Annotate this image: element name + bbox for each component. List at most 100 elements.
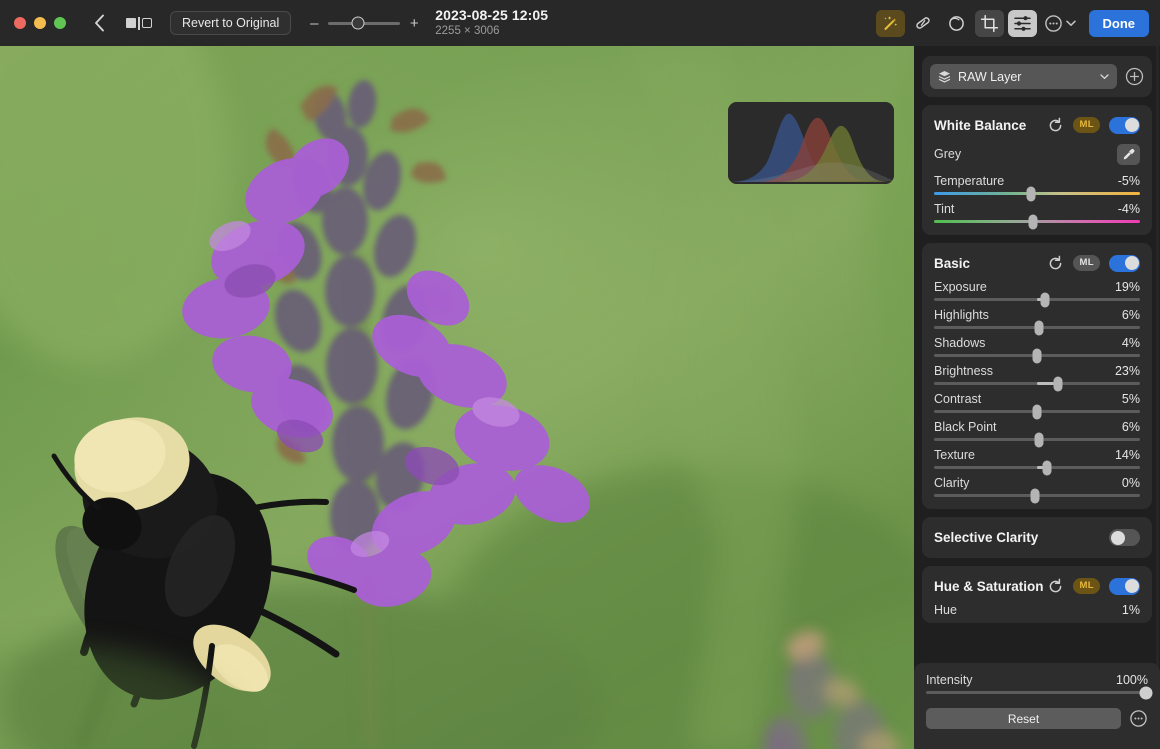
- slider-label: Contrast: [934, 392, 982, 406]
- grey-picker-row: Grey: [934, 142, 1140, 166]
- slider-handle[interactable]: [1030, 488, 1040, 503]
- zoom-control: – +: [309, 15, 419, 32]
- done-button[interactable]: Done: [1088, 9, 1149, 37]
- slider-handle[interactable]: [1034, 320, 1044, 335]
- reset-icon[interactable]: [1047, 117, 1064, 134]
- slider-value: 1%: [1121, 603, 1140, 617]
- slider-handle[interactable]: [1032, 404, 1042, 419]
- zoom-in-button[interactable]: +: [409, 15, 419, 32]
- section-toggle[interactable]: [1109, 254, 1140, 272]
- slider-clarity: Clarity 0%: [934, 476, 1140, 503]
- section-toggle[interactable]: [1109, 529, 1140, 546]
- zoom-slider-handle[interactable]: [351, 16, 365, 30]
- slider-track[interactable]: [934, 488, 1140, 503]
- compare-split-view-icon[interactable]: [124, 10, 154, 36]
- footer-ellipsis-icon[interactable]: [1129, 709, 1148, 728]
- slider-track[interactable]: [926, 686, 1153, 699]
- ml-badge[interactable]: ML: [1073, 255, 1100, 271]
- slider-track[interactable]: [934, 404, 1140, 419]
- section-title: Basic: [934, 255, 971, 271]
- slider-label: Intensity: [926, 673, 973, 687]
- reset-icon[interactable]: [1047, 255, 1064, 272]
- minimize-window-button[interactable]: [34, 17, 46, 29]
- layer-select[interactable]: RAW Layer: [930, 64, 1117, 89]
- reset-button[interactable]: Reset: [926, 708, 1121, 729]
- layers-icon: [938, 71, 951, 83]
- auto-enhance-icon[interactable]: [875, 9, 905, 37]
- slider-label: Texture: [934, 448, 975, 462]
- slider-value: 4%: [1121, 336, 1140, 350]
- ml-badge[interactable]: ML: [1073, 578, 1100, 594]
- slider-handle[interactable]: [1139, 686, 1153, 699]
- slider-handle[interactable]: [1032, 348, 1042, 363]
- section-title: White Balance: [934, 117, 1027, 133]
- retouch-icon[interactable]: [909, 10, 938, 37]
- slider-value: -5%: [1117, 174, 1140, 188]
- photo-editor-window: Revert to Original – + 2023-08-25 12:05 …: [0, 0, 1160, 749]
- slider-hue: Hue 1%: [934, 603, 1140, 617]
- slider-label: Black Point: [934, 420, 997, 434]
- close-window-button[interactable]: [14, 17, 26, 29]
- crop-icon[interactable]: [974, 9, 1004, 37]
- slider-highlights: Highlights 6%: [934, 308, 1140, 335]
- back-chevron-icon[interactable]: [88, 10, 110, 36]
- editing-toolbar: Done: [875, 9, 1160, 37]
- zoom-out-button[interactable]: –: [309, 15, 319, 32]
- chevron-down-icon: [1065, 20, 1076, 26]
- slider-shadows: Shadows 4%: [934, 336, 1140, 363]
- section-toggle[interactable]: [1109, 577, 1140, 595]
- slider-value: 5%: [1121, 392, 1140, 406]
- ellipsis-circle-icon: [1044, 14, 1062, 32]
- slider-track[interactable]: [934, 214, 1140, 229]
- maximize-window-button[interactable]: [54, 17, 66, 29]
- slider-exposure: Exposure 19%: [934, 280, 1140, 307]
- section-title: Selective Clarity: [934, 530, 1039, 545]
- slider-label: Brightness: [934, 364, 994, 378]
- slider-value: 14%: [1114, 448, 1140, 462]
- photo-metadata: 2023-08-25 12:05 2255 × 3006: [435, 7, 548, 38]
- slider-handle[interactable]: [1026, 186, 1036, 201]
- slider-track[interactable]: [934, 376, 1140, 391]
- ml-badge[interactable]: ML: [1073, 117, 1100, 133]
- red-eye-icon[interactable]: [942, 10, 971, 37]
- slider-black-point: Black Point 6%: [934, 420, 1140, 447]
- photo-dimensions: 2255 × 3006: [435, 24, 500, 37]
- slider-track[interactable]: [934, 292, 1140, 307]
- slider-value: 6%: [1121, 420, 1140, 434]
- eyedropper-button[interactable]: [1117, 143, 1140, 165]
- slider-label: Tint: [934, 202, 955, 216]
- slider-handle[interactable]: [1040, 292, 1050, 307]
- section-white-balance: White Balance ML Grey Temperature -5% Ti…: [922, 105, 1152, 235]
- slider-track[interactable]: [934, 460, 1140, 475]
- slider-handle[interactable]: [1034, 432, 1044, 447]
- window-controls: [14, 17, 66, 29]
- slider-handle[interactable]: [1053, 376, 1063, 391]
- adjust-icon[interactable]: [1007, 9, 1037, 37]
- more-options-button[interactable]: [1044, 14, 1076, 33]
- slider-track[interactable]: [934, 186, 1140, 201]
- eyedropper-icon: [1123, 148, 1135, 159]
- slider-track[interactable]: [934, 320, 1140, 335]
- sidebar-scroll-area: RAW Layer White Balance ML Grey Temperat…: [914, 46, 1160, 665]
- slider-label: Hue: [934, 603, 957, 617]
- slider-texture: Texture 14%: [934, 448, 1140, 475]
- add-layer-icon[interactable]: [1125, 67, 1144, 86]
- histogram-chart: [728, 102, 894, 184]
- section-basic: Basic ML Exposure 19% Highlights 6% Shad…: [922, 243, 1152, 509]
- slider-value: 23%: [1114, 364, 1140, 378]
- slider-value: -4%: [1117, 202, 1140, 216]
- slider-track[interactable]: [934, 432, 1140, 447]
- zoom-slider[interactable]: [328, 16, 401, 30]
- slider-contrast: Contrast 5%: [934, 392, 1140, 419]
- slider-track[interactable]: [934, 348, 1140, 363]
- slider-handle[interactable]: [1028, 214, 1038, 229]
- section-toggle[interactable]: [1109, 116, 1140, 134]
- slider-handle[interactable]: [1042, 460, 1052, 475]
- layer-name: RAW Layer: [958, 69, 1022, 84]
- slider-label: Exposure: [934, 280, 987, 294]
- slider-label: Clarity: [934, 476, 970, 490]
- photo-date: 2023-08-25 12:05: [435, 7, 549, 24]
- revert-to-original-button[interactable]: Revert to Original: [170, 11, 292, 35]
- reset-icon[interactable]: [1047, 578, 1064, 595]
- adjustments-sidebar: RAW Layer White Balance ML Grey Temperat…: [914, 46, 1160, 749]
